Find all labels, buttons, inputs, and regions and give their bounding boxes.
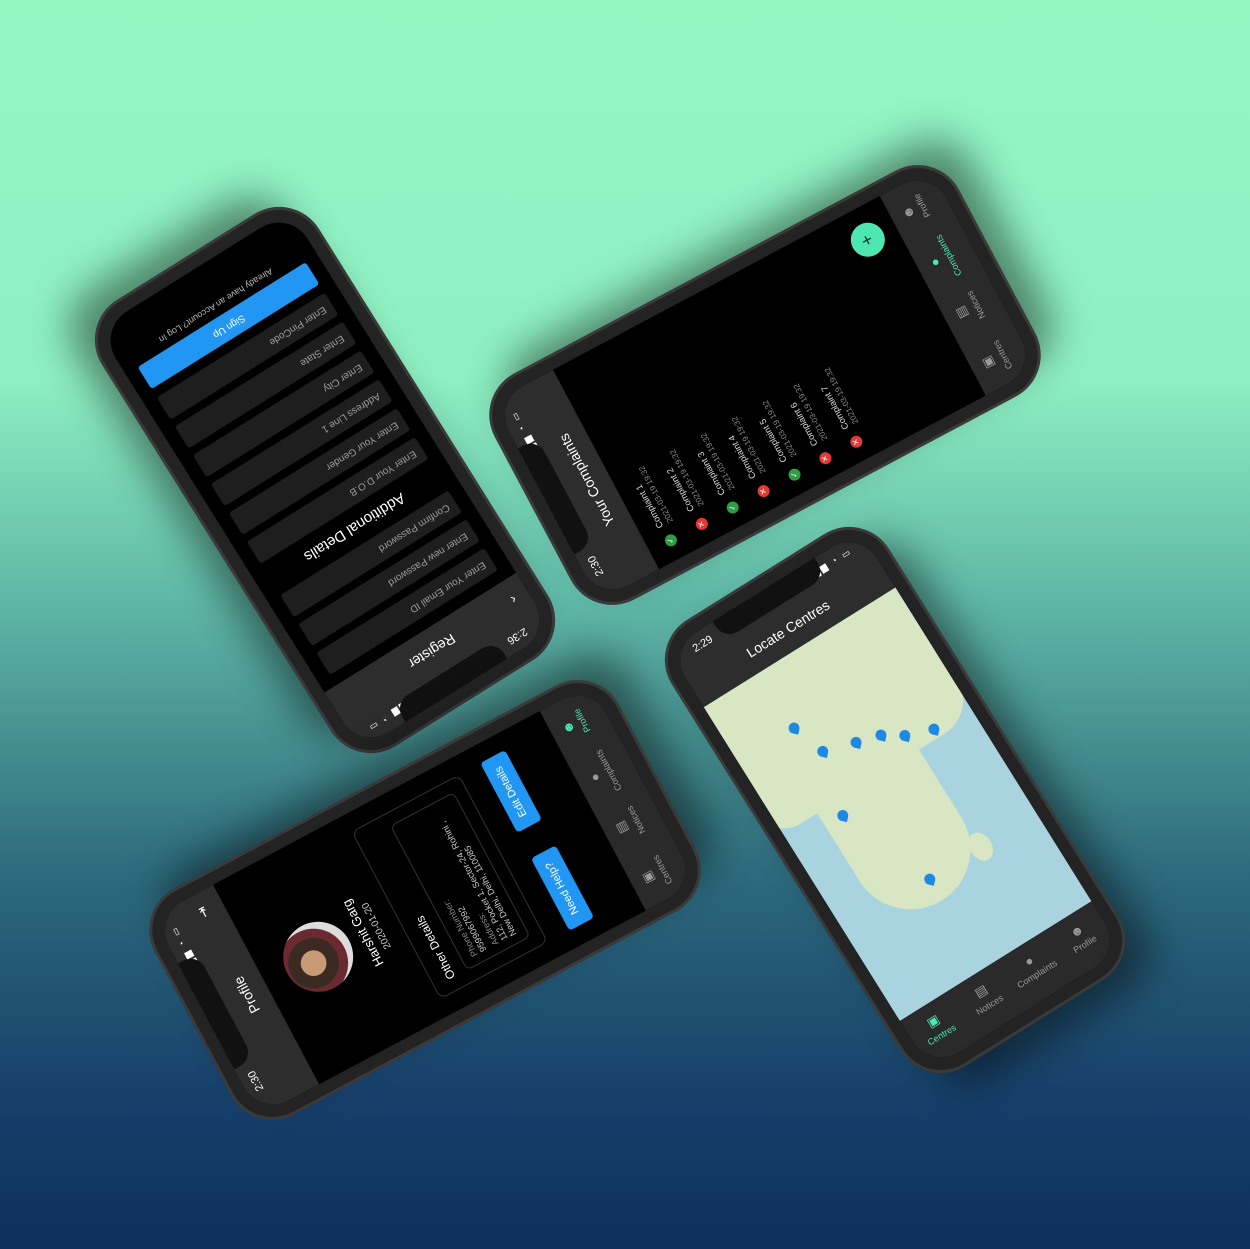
- status-time: 2:30: [245, 1068, 267, 1094]
- status-time: 2:30: [585, 553, 607, 579]
- bottom-nav: ▣ Centres ▤ Notices ● Complaints ☻ Profile: [879, 168, 1038, 396]
- check-icon: ✓: [786, 466, 803, 483]
- phone-complaints: 2:30 ▂▄▆ ◔ ▭ Your Complaints ✓ Complaint …: [476, 152, 1054, 618]
- close-icon: ✕: [848, 433, 865, 450]
- add-complaint-button[interactable]: +: [844, 216, 891, 263]
- register-screen: 2:36 ▂▄▆ ◔ ▭ ‹ Register Enter Your Email…: [97, 209, 553, 751]
- phone-profile: 2:30 ▂▄▆ ◔ ▭ Profile ⇥ Harshit Garg 2020…: [136, 667, 714, 1133]
- need-help-button[interactable]: Need Help?: [530, 845, 595, 931]
- phone-register: 2:36 ▂▄▆ ◔ ▭ ‹ Register Enter Your Email…: [81, 193, 569, 767]
- close-icon: ✕: [755, 482, 772, 500]
- close-icon: ✕: [817, 450, 834, 467]
- complaints-screen: 2:30 ▂▄▆ ◔ ▭ Your Complaints ✓ Complaint …: [492, 168, 1038, 602]
- profile-screen: 2:30 ▂▄▆ ◔ ▭ Profile ⇥ Harshit Garg 2020…: [152, 683, 698, 1117]
- check-icon: ✓: [662, 532, 680, 549]
- check-icon: ✓: [724, 499, 741, 516]
- phone-centres: 2:29 ▂▄▆ ◔ ▭ Locate Centres ▣ Centres ▤ No…: [651, 513, 1139, 1087]
- edit-details-button[interactable]: Edit Details: [480, 749, 543, 834]
- status-time: 2:29: [690, 633, 716, 655]
- close-icon: ✕: [693, 515, 710, 533]
- status-time: 2:36: [504, 625, 530, 647]
- centres-screen: 2:29 ▂▄▆ ◔ ▭ Locate Centres ▣ Centres ▤ No…: [667, 529, 1123, 1071]
